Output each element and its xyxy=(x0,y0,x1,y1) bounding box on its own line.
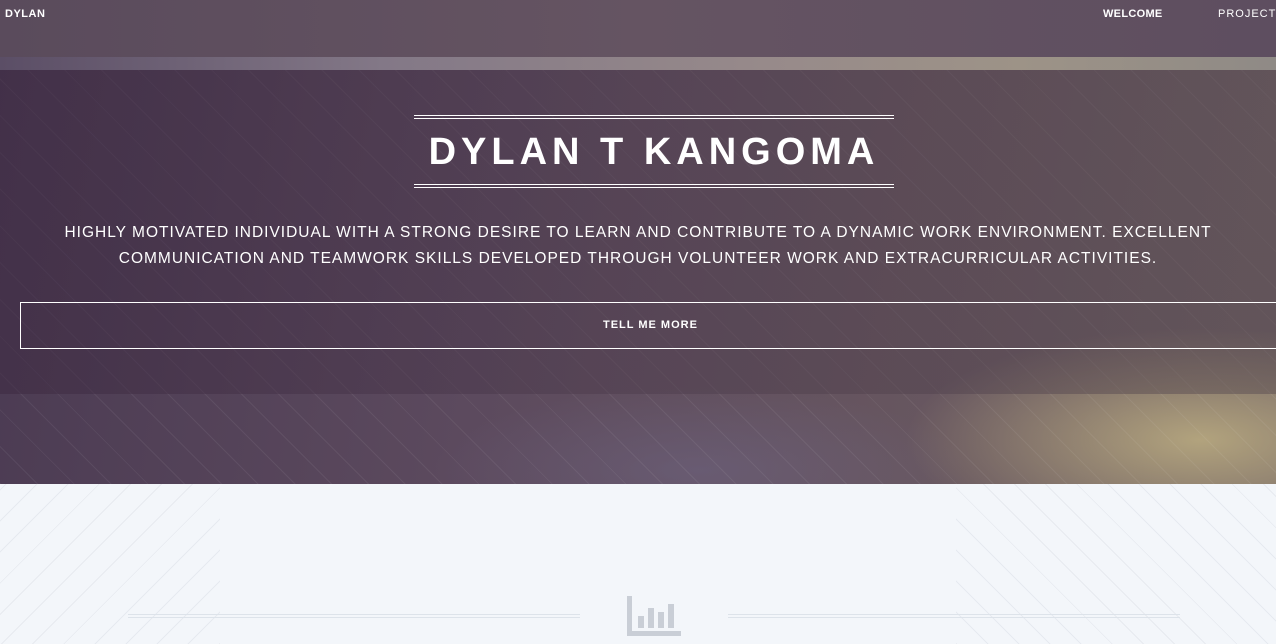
nav-item-projects[interactable]: PROJECTS xyxy=(1210,8,1276,20)
tell-me-more-label: TELL ME MORE xyxy=(603,319,698,331)
hero-tagline: HIGHLY MOTIVATED INDIVIDUAL WITH A STRON… xyxy=(60,220,1216,272)
nav-item-welcome[interactable]: WELCOME xyxy=(1103,8,1163,20)
section-divider-left xyxy=(128,614,580,618)
skills-section xyxy=(0,484,1276,644)
tagline-line-1: HIGHLY MOTIVATED INDIVIDUAL WITH A STRON… xyxy=(64,224,1212,241)
bar-chart-icon xyxy=(627,596,681,636)
section-divider-right xyxy=(728,614,1180,618)
title-rule-bottom xyxy=(414,184,894,188)
section-pattern-right xyxy=(956,484,1276,644)
brand-link[interactable]: DYLAN xyxy=(5,8,45,20)
tagline-line-2: COMMUNICATION AND TEAMWORK SKILLS DEVELO… xyxy=(118,250,1158,267)
top-navbar: DYLAN WELCOME PROJECTS xyxy=(0,0,1276,57)
section-pattern-left xyxy=(0,484,220,644)
hero-title-box: DYLAN T KANGOMA xyxy=(414,115,894,188)
title-rule-top xyxy=(414,115,894,119)
nav-item-projects-label: PROJECTS xyxy=(1218,8,1276,20)
hero-strip xyxy=(0,57,1276,70)
page-title: DYLAN T KANGOMA xyxy=(428,131,880,173)
tell-me-more-button[interactable]: TELL ME MORE xyxy=(20,302,1276,349)
